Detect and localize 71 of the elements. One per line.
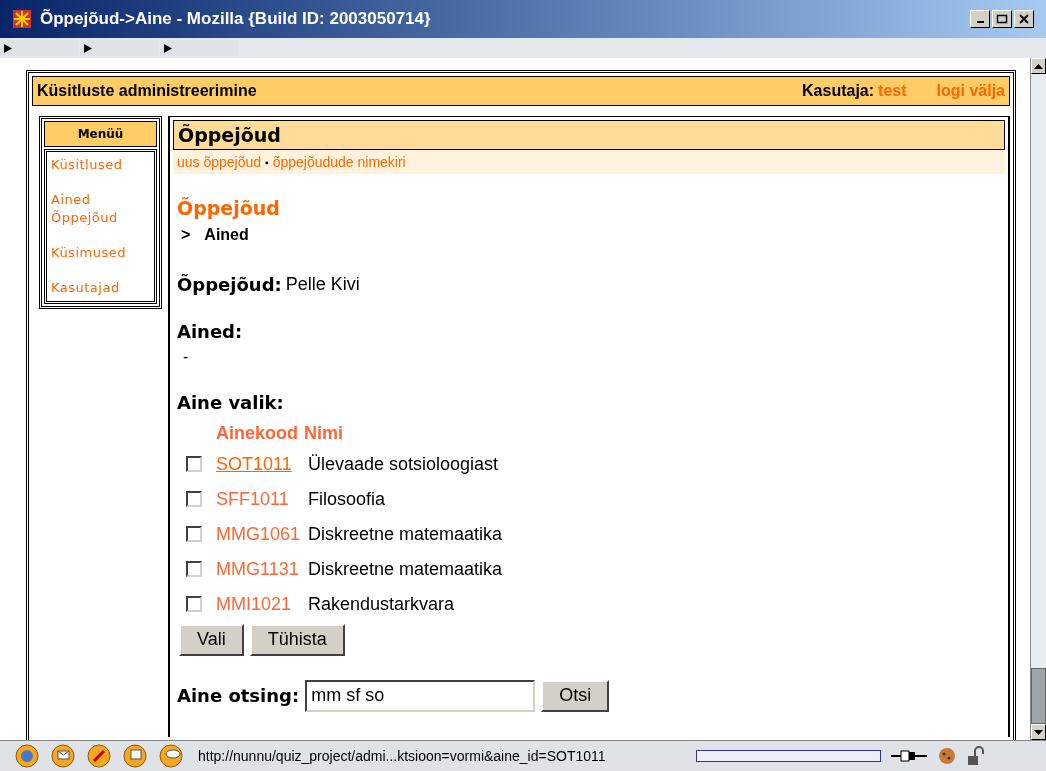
panel-title: Õppejõud [178,122,281,148]
logout-link[interactable]: logi välja [936,79,1005,103]
field-value: Pelle Kivi [285,272,360,296]
nav-link[interactable]: õppejõudude nimekiri [272,151,406,173]
section-heading: Õppejõud [177,196,281,221]
column-header: Ainekood [216,421,298,445]
pencil-icon[interactable] [86,743,112,769]
status-url: http://nunnu/quiz_project/admi...ktsioon=vormi&aine_id=SOT1011 [198,746,607,766]
checkbox[interactable] [186,526,202,542]
arrow-text: > [181,224,191,245]
unlocked-padlock-icon [967,746,985,766]
course-code-link[interactable]: SFF1011 [216,485,289,513]
maximize-button[interactable] [992,10,1012,28]
toolbar-grippy[interactable] [160,40,238,56]
triangle-icon [4,43,12,53]
field-label: Ained: [177,319,244,344]
course-code-link[interactable]: MMG1131 [216,555,299,583]
separator-bullet: ▪ [265,155,269,170]
mail-icon[interactable] [50,743,76,769]
toolbar-grippy[interactable] [80,40,158,56]
checkbox[interactable] [186,561,202,577]
checkbox[interactable] [186,491,202,507]
field-label: Aine valik: [177,390,285,415]
scroll-up-icon[interactable] [1034,63,1043,69]
column-header: Nimi [304,421,344,445]
user-label: Kasutaja: [802,81,875,101]
window-icon [12,9,32,29]
connection-icon [891,749,927,763]
chat-icon[interactable] [158,743,184,769]
course-name: Diskreetne matemaatika [308,557,503,581]
app-title: Küsitluste administreerimine [37,81,258,101]
course-name: Diskreetne matemaatika [308,522,503,546]
select-button[interactable]: Vali [179,623,244,656]
search-button[interactable]: Otsi [541,679,610,712]
course-name: Ülevaade sotsioloogiast [308,452,499,476]
triangle-icon [164,43,172,53]
menu-title: Menüü [44,121,157,147]
minimize-button[interactable] [970,10,990,28]
triangle-icon [84,43,92,53]
globe-icon[interactable] [14,743,40,769]
user-link[interactable]: test [878,79,907,103]
course-code-link[interactable]: MMG1061 [216,520,301,548]
toolbar-grippy[interactable] [0,40,78,56]
compose-icon[interactable] [122,743,148,769]
nav-link[interactable]: uus õppejõud [177,151,262,173]
menu-link[interactable]: Küsitlused [51,156,150,174]
breadcrumb-item: Ained [204,224,249,245]
menu-link[interactable]: Küsimused [51,244,150,262]
scrollbar-thumb[interactable] [1031,668,1046,724]
window-title: Õppejõud->Aine - Mozilla {Build ID: 2003050714} [40,8,432,31]
course-code-link[interactable]: SOT1011 [216,450,292,478]
checkbox[interactable] [186,596,202,612]
cancel-button[interactable]: Tühista [249,623,345,656]
field-label: Õppejõud: [177,272,282,297]
maximize-icon [996,14,1008,24]
close-button[interactable] [1014,10,1034,28]
menu-link[interactable]: Õppejõud [51,209,150,227]
scrollbar[interactable] [1030,58,1046,740]
field-label: Aine otsing: [177,684,300,708]
close-icon [1018,14,1030,24]
cookie-icon [937,746,957,766]
scroll-down-icon[interactable] [1034,729,1043,735]
course-name: Filosoofia [308,487,386,511]
search-field[interactable]: mm sf so [305,679,536,712]
menu-link[interactable]: Ained [51,191,150,209]
minimize-icon [976,21,984,23]
menu-link[interactable]: Kasutajad [51,279,150,297]
course-code-link[interactable]: MMI1021 [216,590,292,618]
course-name: Rakendustarkvara [308,592,455,616]
field-value: - [182,346,190,367]
checkbox[interactable] [186,456,202,472]
